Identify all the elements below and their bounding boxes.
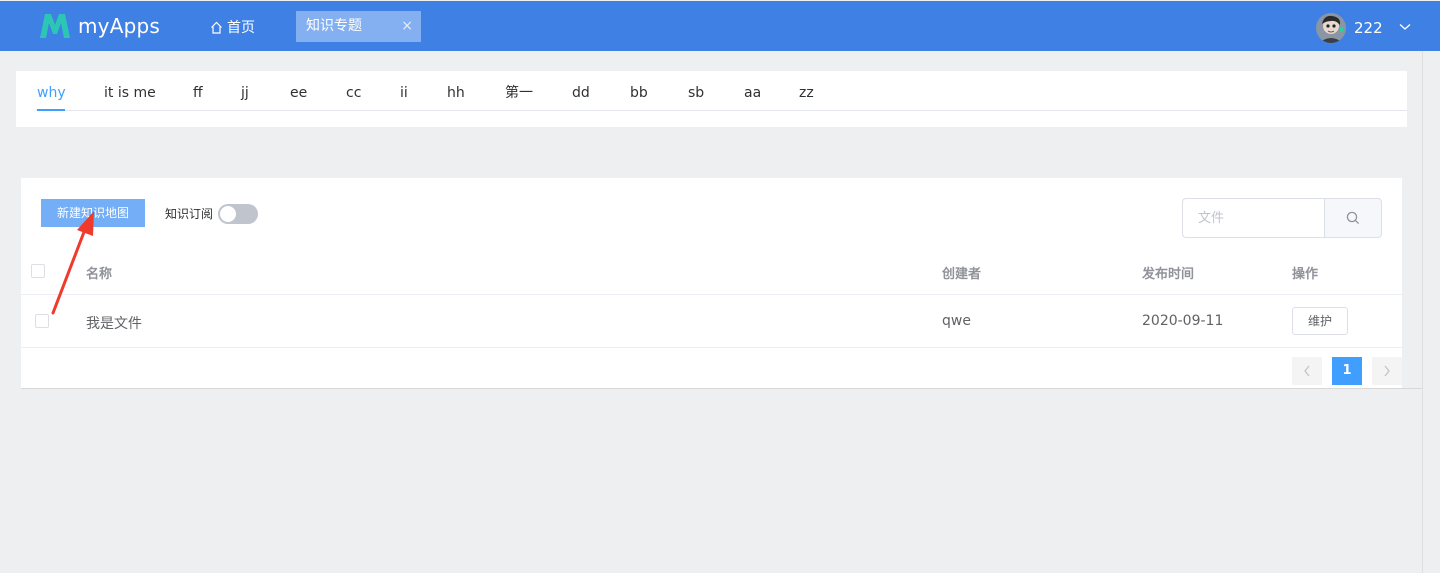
avatar-image-icon [1316, 13, 1346, 43]
column-header-date: 发布时间 [1142, 267, 1195, 282]
category-tab[interactable]: 第一 [505, 84, 533, 110]
chevron-right-icon [1384, 365, 1390, 377]
search-input[interactable] [1182, 198, 1325, 238]
page-number-current[interactable]: 1 [1332, 357, 1362, 385]
category-tab[interactable]: hh [447, 84, 465, 110]
top-bar: myApps 首页 知识专题 × 222 [0, 1, 1440, 51]
category-tab[interactable]: cc [346, 84, 361, 110]
column-header-creator: 创建者 [942, 267, 982, 282]
subscribe-label: 知识订阅 [165, 207, 214, 221]
search-icon [1346, 211, 1360, 225]
tab-knowledge-topic[interactable]: 知识专题 × [296, 11, 421, 42]
category-tab[interactable]: why [37, 84, 66, 110]
category-tab[interactable]: ii [400, 84, 408, 110]
cell-creator: qwe [942, 313, 971, 329]
chevron-left-icon [1304, 365, 1310, 377]
toggle-knob [220, 206, 236, 222]
search-button[interactable] [1324, 198, 1382, 238]
category-tab[interactable]: ff [193, 84, 203, 110]
category-tab[interactable]: ee [290, 84, 307, 110]
select-all-checkbox[interactable] [31, 264, 45, 278]
category-tab[interactable]: zz [799, 84, 814, 110]
app-logo[interactable]: myApps [38, 11, 160, 41]
active-tab-indicator [37, 109, 65, 111]
home-nav[interactable]: 首页 [210, 17, 255, 37]
new-knowledge-map-button[interactable]: 新建知识地图 [41, 199, 145, 227]
category-tab[interactable]: bb [630, 84, 648, 110]
category-tab[interactable]: dd [572, 84, 590, 110]
user-name: 222 [1354, 19, 1383, 37]
category-tab[interactable]: sb [688, 84, 704, 110]
column-header-actions: 操作 [1292, 267, 1319, 282]
row-divider [21, 347, 1402, 348]
user-menu[interactable]: 222 [1316, 13, 1411, 43]
category-tabs: why it is me ff jj ee cc ii hh 第一 dd bb … [16, 71, 1407, 127]
category-tab[interactable]: aa [744, 84, 761, 110]
myapps-logo-icon [40, 14, 70, 38]
home-icon [211, 21, 222, 34]
app-name: myApps [78, 14, 161, 38]
next-page-button[interactable] [1372, 357, 1402, 385]
chevron-down-icon[interactable] [1399, 23, 1411, 31]
avatar[interactable] [1316, 13, 1346, 43]
cell-date: 2020-09-11 [1142, 313, 1224, 329]
content-bottom-border [21, 388, 1422, 389]
category-tab[interactable]: it is me [104, 84, 156, 110]
category-tab[interactable]: jj [241, 84, 249, 110]
cell-name[interactable]: 我是文件 [86, 313, 142, 333]
close-icon[interactable]: × [401, 11, 413, 42]
header-divider [21, 294, 1402, 295]
tabs-divider [36, 110, 1407, 111]
column-header-name: 名称 [86, 267, 113, 282]
subscribe-toggle[interactable] [218, 204, 258, 224]
page-right-border [1422, 51, 1423, 573]
maintain-button[interactable]: 维护 [1292, 307, 1348, 335]
home-label: 首页 [227, 20, 255, 36]
row-checkbox[interactable] [35, 314, 49, 328]
prev-page-button[interactable] [1292, 357, 1322, 385]
tab-label: 知识专题 [306, 18, 362, 34]
